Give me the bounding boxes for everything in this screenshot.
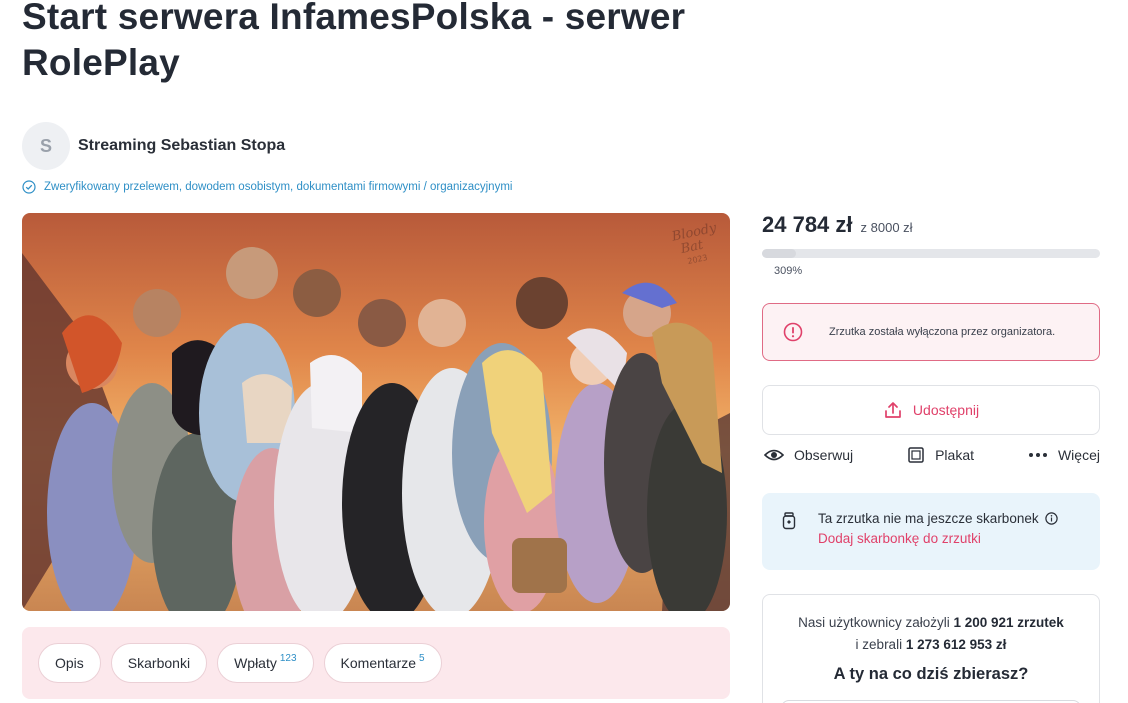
tab-piggybanks[interactable]: Skarbonki bbox=[110, 643, 208, 683]
alert-circle-icon bbox=[783, 322, 803, 342]
tab-comments-label: Komentarze bbox=[340, 655, 417, 671]
comments-count: 5 bbox=[419, 652, 425, 664]
poster-label: Plakat bbox=[935, 447, 975, 463]
stats-line-collected: i zebrali 1 273 612 953 zł bbox=[763, 634, 1099, 656]
stats-question: A ty na co dziś zbierasz? bbox=[833, 665, 1029, 683]
add-piggybank-link[interactable]: Dodaj skarbonkę do zrzutki bbox=[818, 531, 1058, 546]
poster-button[interactable]: Plakat bbox=[907, 446, 974, 464]
more-dots-icon bbox=[1028, 453, 1047, 457]
share-button[interactable]: Udostępnij bbox=[762, 385, 1100, 435]
stats-fundraisers-prefix: Nasi użytkownicy założyli bbox=[798, 615, 950, 630]
share-icon bbox=[885, 402, 901, 418]
action-row: Obserwuj Plakat Więcej bbox=[764, 446, 1100, 464]
stats-collected-amount: 1 273 612 953 zł bbox=[905, 637, 1007, 652]
fundraiser-disabled-text: Zrzutka została wyłączona przez organiza… bbox=[829, 326, 1056, 338]
share-label: Udostępnij bbox=[912, 402, 980, 418]
fundraiser-disabled-notice: Zrzutka została wyłączona przez organiza… bbox=[762, 303, 1100, 361]
verification-text: Zweryfikowany przelewem, dowodem osobist… bbox=[44, 181, 513, 193]
funding-percent: 309% bbox=[774, 265, 803, 277]
organizer[interactable]: S Streaming Sebastian Stopa bbox=[22, 122, 285, 170]
piggybank-info-text: Ta zrzutka nie ma jeszcze skarbonek bbox=[818, 511, 1039, 526]
payments-count: 123 bbox=[279, 652, 297, 664]
tab-payments[interactable]: Wpłaty 123 bbox=[217, 643, 314, 683]
section-tabs: Opis Skarbonki Wpłaty 123 Komentarze 5 bbox=[22, 627, 730, 699]
funding-summary: 24 784 zł z 8000 zł bbox=[762, 212, 913, 238]
follow-label: Obserwuj bbox=[794, 447, 854, 463]
piggybank-jar-icon bbox=[782, 512, 796, 530]
stats-fundraisers-count: 1 200 921 zrzutek bbox=[953, 615, 1064, 630]
platform-stats: Nasi użytkownicy założyli 1 200 921 zrzu… bbox=[762, 594, 1100, 703]
hero-image: Bloody Bat 2023 bbox=[22, 213, 730, 611]
piggybank-info: Ta zrzutka nie ma jeszcze skarbonek Doda… bbox=[762, 493, 1100, 570]
tab-description-label: Opis bbox=[55, 655, 84, 671]
eye-icon bbox=[764, 449, 784, 461]
tab-piggybanks-label: Skarbonki bbox=[127, 655, 191, 671]
funding-progress-bar bbox=[762, 249, 1100, 258]
page-title: Start serwera InfamesPolska - serwer Rol… bbox=[22, 0, 686, 83]
raised-amount: 24 784 zł bbox=[762, 212, 853, 237]
avatar[interactable]: S bbox=[22, 122, 70, 170]
check-circle-icon bbox=[22, 180, 36, 194]
organizer-name[interactable]: Streaming Sebastian Stopa bbox=[78, 137, 285, 155]
funding-progress-fill bbox=[762, 249, 796, 258]
follow-button[interactable]: Obserwuj bbox=[764, 446, 853, 464]
more-button[interactable]: Więcej bbox=[1028, 446, 1100, 464]
info-icon[interactable] bbox=[1044, 512, 1058, 525]
poster-icon bbox=[908, 447, 924, 463]
goal-amount: z 8000 zł bbox=[860, 220, 913, 235]
tab-description[interactable]: Opis bbox=[38, 643, 101, 683]
verification-note: Zweryfikowany przelewem, dowodem osobist… bbox=[22, 180, 512, 194]
tab-payments-label: Wpłaty bbox=[234, 655, 277, 671]
more-label: Więcej bbox=[1057, 447, 1100, 463]
stats-line-fundraisers: Nasi użytkownicy założyli 1 200 921 zrzu… bbox=[763, 612, 1099, 634]
stats-collected-prefix: i zebrali bbox=[855, 637, 903, 652]
tab-comments[interactable]: Komentarze 5 bbox=[323, 643, 442, 683]
